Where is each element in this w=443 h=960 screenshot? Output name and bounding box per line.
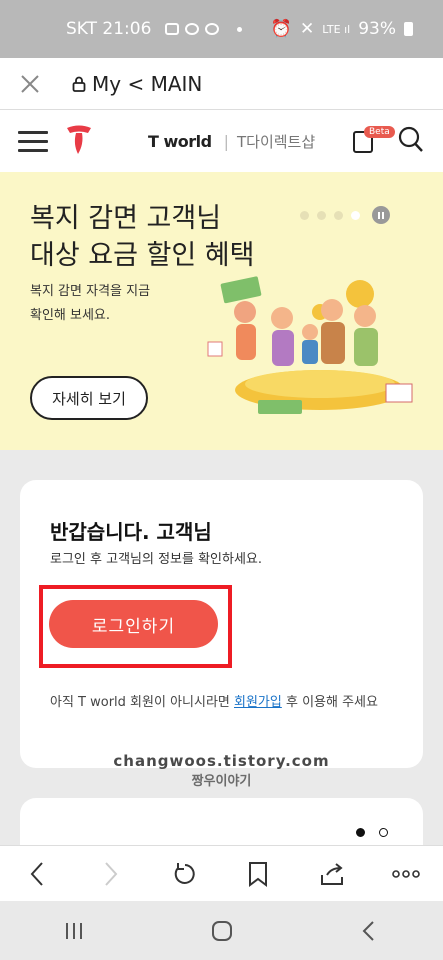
t-logo-icon[interactable]: [64, 122, 94, 160]
share-icon[interactable]: [295, 846, 369, 902]
hamburger-menu-icon[interactable]: [18, 130, 48, 152]
family-illustration: [207, 276, 413, 414]
separator: |: [223, 131, 229, 151]
banner-title: 복지 감면 고객님 대상 요금 할인 혜택: [30, 200, 254, 274]
banner-desc-line1: 복지 감면 자격을 지금: [30, 284, 151, 299]
banner-dot[interactable]: [300, 210, 309, 220]
watermark-url: changwoos.tistory.com: [113, 752, 330, 770]
banner-desc-line2: 확인해 보세요.: [30, 308, 111, 323]
notice-suffix: 후 이용해 주세요: [281, 695, 378, 710]
card-dot[interactable]: [379, 828, 388, 837]
more-icon[interactable]: [369, 846, 443, 902]
greeting-title: 반갑습니다. 고객님: [50, 520, 212, 544]
mute-icon: ✕: [300, 19, 315, 39]
page-title[interactable]: My < MAIN: [72, 72, 202, 96]
direct-shop-link[interactable]: T다이렉트샵: [237, 131, 315, 152]
carrier-time: SKT 21:06: [66, 19, 152, 39]
page-title-text: My < MAIN: [92, 71, 203, 96]
alarm-icon: ⏰: [270, 19, 293, 39]
refresh-icon[interactable]: [148, 846, 222, 902]
gallery-icon: [165, 23, 180, 35]
brand-name[interactable]: T world: [148, 132, 212, 151]
close-icon[interactable]: [0, 58, 60, 110]
promo-banner[interactable]: 복지 감면 고객님 대상 요금 할인 혜택 복지 감면 자격을 지금 확인해 보…: [0, 172, 443, 450]
signal-icon: LTE ıl: [322, 22, 351, 36]
banner-dot[interactable]: [334, 210, 343, 220]
battery-level: 93%: [358, 19, 396, 39]
card-dot-active[interactable]: [356, 828, 365, 837]
recent-apps-icon[interactable]: [0, 901, 148, 960]
status-bar: SKT 21:06 ⏰ ✕ LTE ıl 93%: [0, 0, 443, 58]
banner-dot[interactable]: [317, 210, 326, 220]
greeting-subtitle: 로그인 후 고객님의 정보를 확인하세요.: [50, 552, 263, 567]
signup-link[interactable]: 회원가입: [234, 695, 282, 710]
notice-prefix: 아직 T world 회원이 아니시라면: [50, 695, 234, 710]
banner-dot-active[interactable]: [351, 210, 360, 220]
banner-title-line2: 대상 요금 할인 혜택: [30, 240, 255, 271]
message-icon: [185, 23, 200, 35]
signup-notice: 아직 T world 회원이 아니시라면 회원가입 후 이용해 주세요: [50, 692, 390, 714]
banner-pagination: [300, 206, 390, 224]
search-icon[interactable]: [398, 126, 424, 158]
browser-toolbar: [0, 845, 443, 901]
banner-title-line1: 복지 감면 고객님: [30, 203, 222, 234]
forward-icon[interactable]: [74, 846, 148, 902]
watermark-name: 짱우이야기: [191, 774, 252, 789]
android-nav-bar: [0, 901, 443, 960]
talk-icon: [205, 23, 220, 35]
site-header: T world | T다이렉트샵 Beta: [0, 110, 443, 172]
bookmark-icon[interactable]: [221, 846, 295, 902]
beta-badge: Beta: [364, 126, 395, 138]
lock-icon: [72, 76, 86, 92]
detail-button[interactable]: 자세히 보기: [30, 376, 148, 420]
back-nav-icon[interactable]: [295, 901, 443, 960]
highlight-box: [39, 585, 232, 668]
pause-icon[interactable]: [372, 206, 390, 224]
card-pagination: [356, 828, 388, 837]
notification-dot-icon: [237, 26, 243, 32]
home-icon[interactable]: [148, 901, 296, 960]
banner-description: 복지 감면 자격을 지금 확인해 보세요.: [30, 280, 150, 328]
url-bar: My < MAIN: [0, 58, 443, 110]
back-icon[interactable]: [0, 846, 74, 902]
battery-icon: [404, 22, 413, 36]
